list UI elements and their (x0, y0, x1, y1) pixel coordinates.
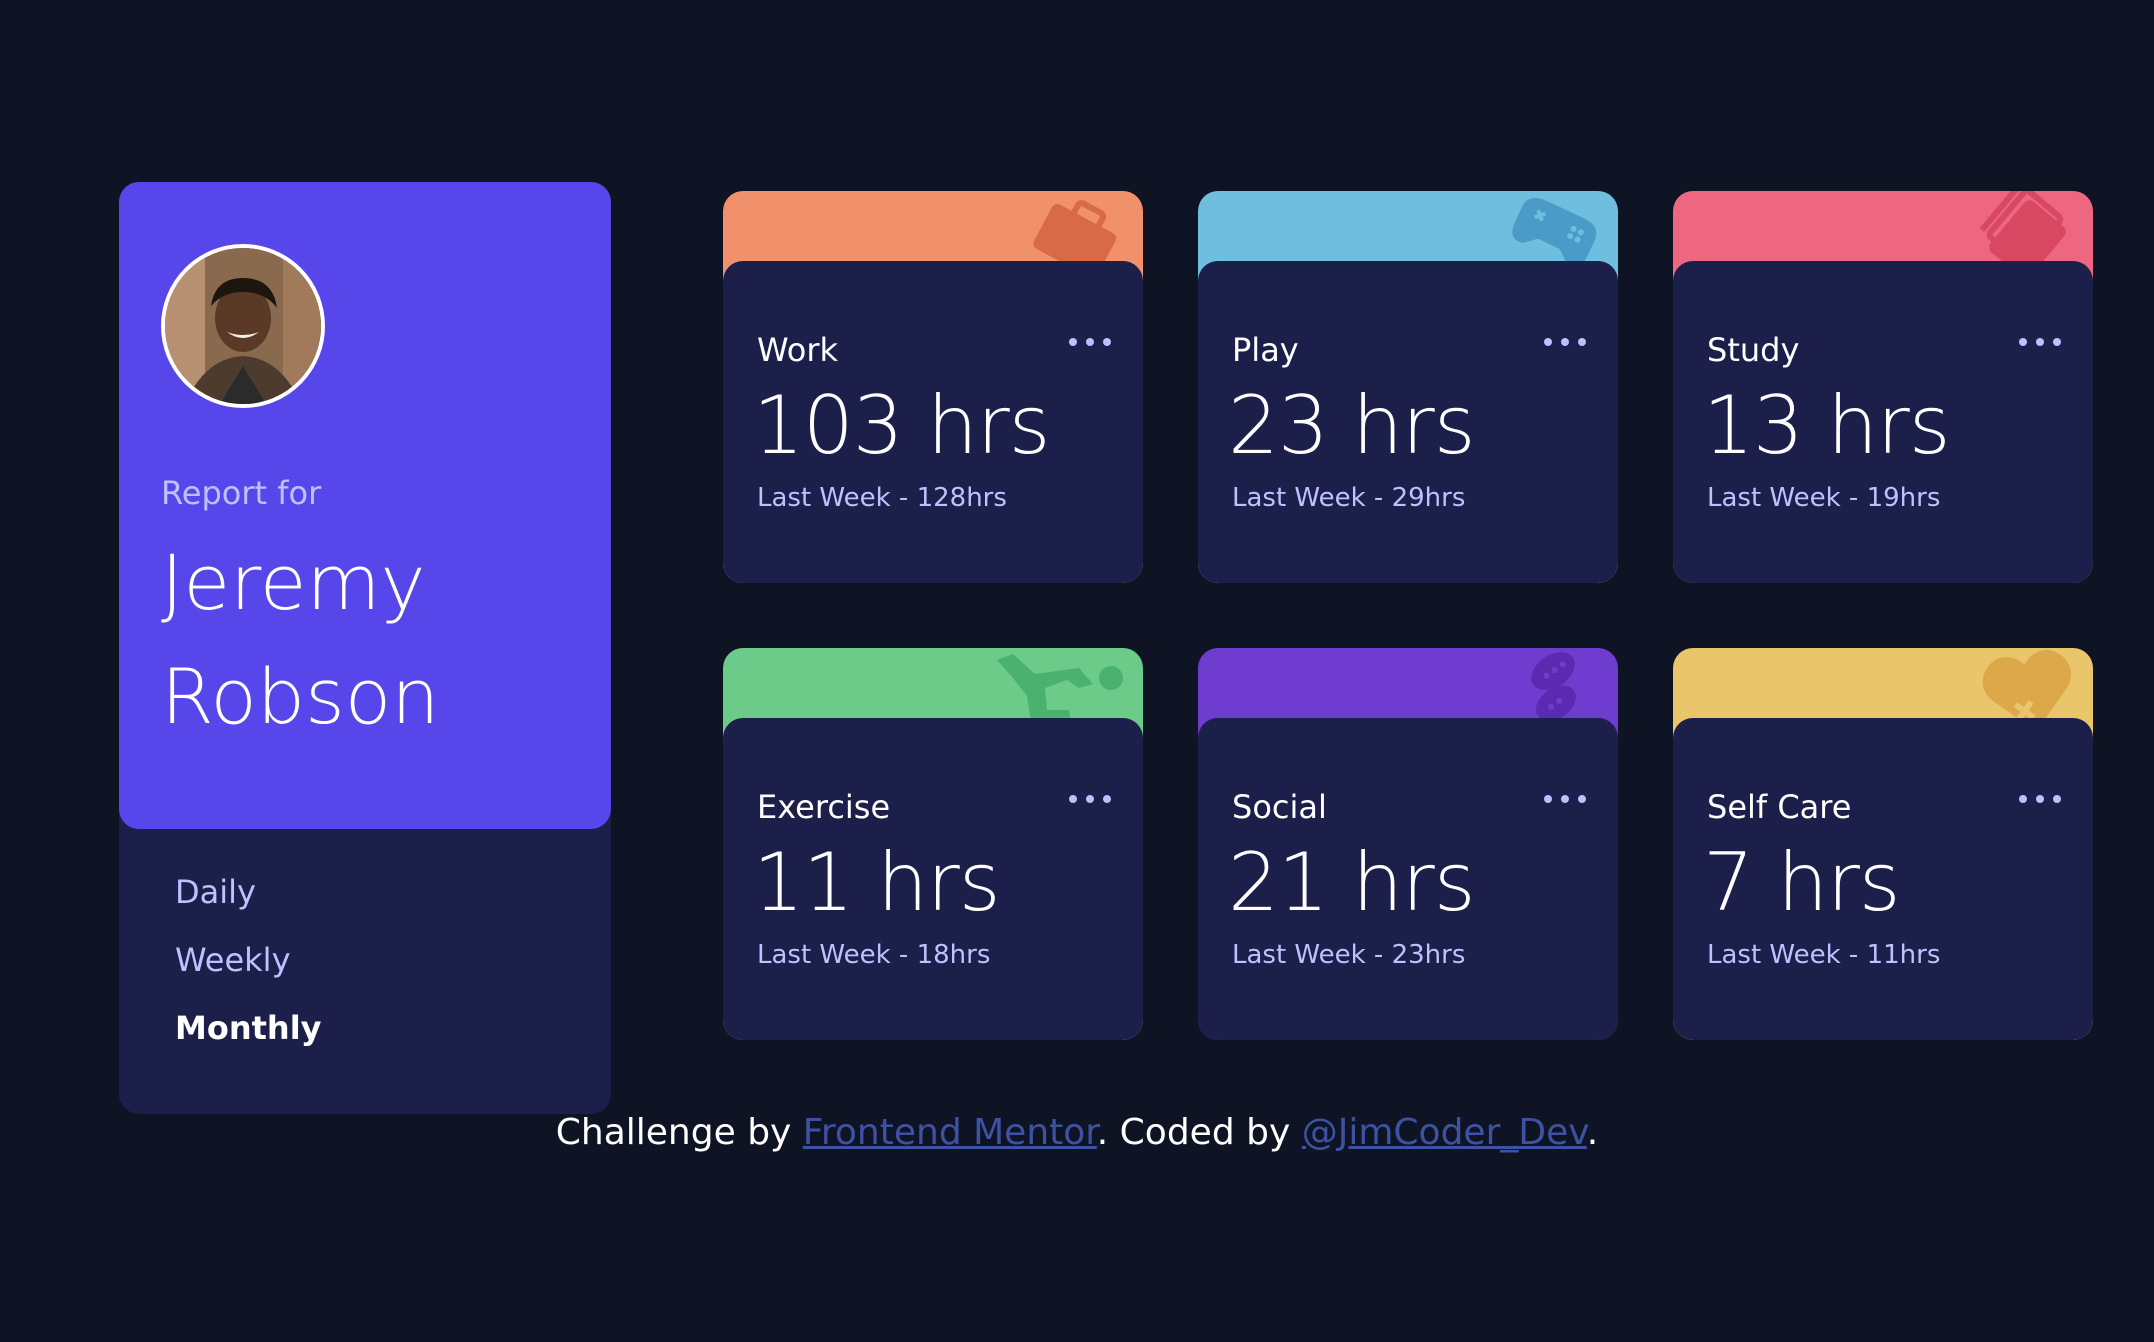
card-hours: 103 hrs (753, 379, 1050, 472)
card-hours: 21 hrs (1228, 836, 1475, 929)
more-options-icon[interactable] (1544, 335, 1586, 349)
card-previous: Last Week - 18hrs (757, 940, 991, 970)
card-previous: Last Week - 29hrs (1232, 483, 1466, 513)
card-body: Work 103 hrs Last Week - 128hrs (723, 261, 1143, 583)
activity-card-self-care: Self Care 7 hrs Last Week - 11hrs (1673, 648, 2093, 1040)
period-monthly[interactable]: Monthly (175, 1008, 322, 1076)
period-weekly[interactable]: Weekly (175, 940, 322, 1008)
card-title: Exercise (757, 788, 891, 826)
activity-card-study: Study 13 hrs Last Week - 19hrs (1673, 191, 2093, 583)
card-body: Study 13 hrs Last Week - 19hrs (1673, 261, 2093, 583)
period-daily[interactable]: Daily (175, 872, 322, 940)
profile-card: Report for Jeremy Robson Daily Weekly Mo… (119, 182, 611, 1114)
card-hours: 13 hrs (1703, 379, 1950, 472)
card-hours: 11 hrs (753, 836, 1000, 929)
card-previous: Last Week - 128hrs (757, 483, 1007, 513)
more-options-icon[interactable] (1069, 792, 1111, 806)
card-title: Work (757, 331, 839, 369)
avatar (161, 244, 325, 408)
more-options-icon[interactable] (1544, 792, 1586, 806)
author-link[interactable]: @JimCoder_Dev (1302, 1112, 1587, 1153)
card-hours: 7 hrs (1703, 836, 1901, 929)
user-name: Jeremy Robson (161, 538, 440, 741)
activity-card-exercise: Exercise 11 hrs Last Week - 18hrs (723, 648, 1143, 1040)
card-title: Study (1707, 331, 1800, 369)
profile-header: Report for Jeremy Robson (119, 182, 611, 829)
more-options-icon[interactable] (2019, 792, 2061, 806)
card-title: Self Care (1707, 788, 1852, 826)
card-title: Social (1232, 788, 1327, 826)
attribution-prefix: Challenge by (555, 1112, 803, 1153)
card-hours: 23 hrs (1228, 379, 1475, 472)
attribution-suffix: . (1586, 1112, 1599, 1153)
activity-card-social: Social 21 hrs Last Week - 23hrs (1198, 648, 1618, 1040)
card-previous: Last Week - 19hrs (1707, 483, 1941, 513)
frontend-mentor-link[interactable]: Frontend Mentor (803, 1112, 1097, 1153)
card-previous: Last Week - 11hrs (1707, 940, 1941, 970)
activity-card-work: Work 103 hrs Last Week - 128hrs (723, 191, 1143, 583)
more-options-icon[interactable] (2019, 335, 2061, 349)
card-previous: Last Week - 23hrs (1232, 940, 1466, 970)
attribution: Challenge by Frontend Mentor. Coded by @… (0, 1112, 2154, 1153)
card-body: Social 21 hrs Last Week - 23hrs (1198, 718, 1618, 1040)
report-for-label: Report for (161, 474, 322, 512)
period-selector: Daily Weekly Monthly (175, 872, 322, 1076)
more-options-icon[interactable] (1069, 335, 1111, 349)
card-title: Play (1232, 331, 1299, 369)
activity-card-play: Play 23 hrs Last Week - 29hrs (1198, 191, 1618, 583)
card-body: Exercise 11 hrs Last Week - 18hrs (723, 718, 1143, 1040)
attribution-middle: . Coded by (1096, 1112, 1302, 1153)
card-body: Play 23 hrs Last Week - 29hrs (1198, 261, 1618, 583)
card-body: Self Care 7 hrs Last Week - 11hrs (1673, 718, 2093, 1040)
